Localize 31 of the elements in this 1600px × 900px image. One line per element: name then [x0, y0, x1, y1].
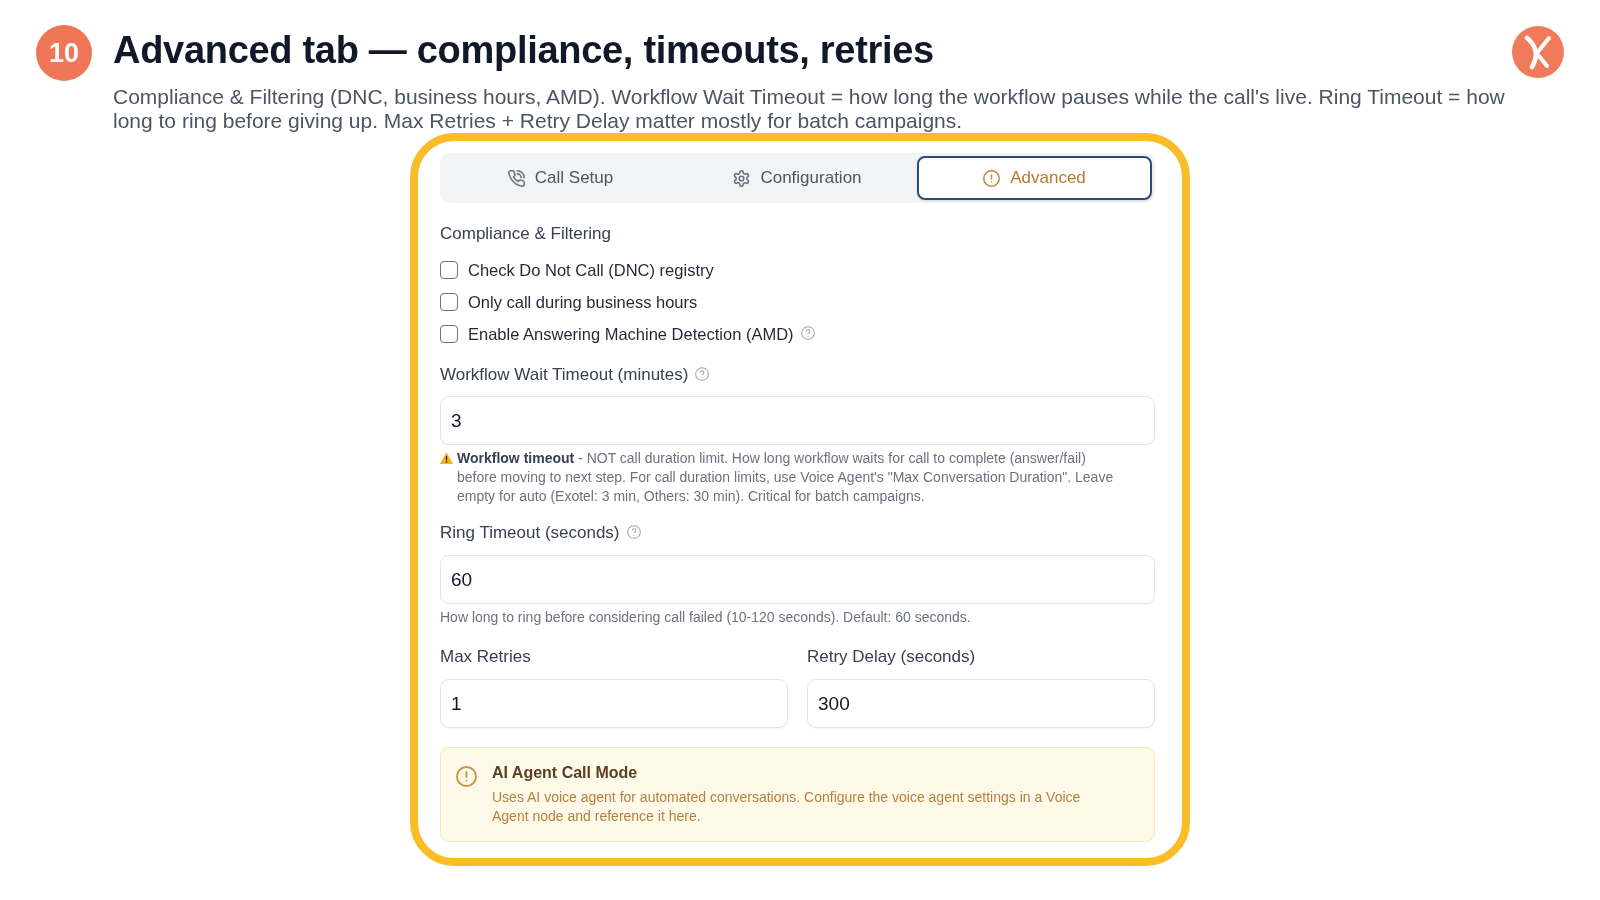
warning-icon [440, 452, 453, 464]
section-title: Compliance & Filtering [440, 224, 612, 244]
checkbox[interactable] [440, 261, 458, 279]
field-label: Retry Delay (seconds) [807, 647, 976, 667]
input-field[interactable]: 300 [807, 679, 1155, 728]
checkbox[interactable] [440, 325, 458, 343]
settings-icon [733, 169, 751, 187]
tab[interactable]: Advanced [917, 156, 1152, 200]
input-field[interactable]: 60 [440, 555, 1155, 604]
field-label: Ring Timeout (seconds) [440, 523, 620, 543]
input-field[interactable]: 1 [440, 679, 788, 728]
field-label: Max Retries [440, 647, 531, 667]
slide-title: Advanced tab — compliance, timeouts, retries [113, 28, 935, 72]
warning-note: Workflow timeout - NOT call duration limit. How long workflow waits for call to complete (answer/fail) before moving to next step. For call duration limits, use Voice Agent's "Max Conversation Duration". Leave empty for auto (Exotel: 3 min, Others: 30 min). Critical for batch campaigns. [457, 449, 1115, 506]
notice-text: Uses AI voice agent for automated conversations. Configure the voice agent settings in a Voice Agent node and reference it here. [492, 788, 1082, 826]
logo-icon [1512, 26, 1564, 78]
step-number-badge: 10 [36, 25, 92, 81]
field-label: Workflow Wait Timeout (minutes) [440, 365, 689, 385]
input-field[interactable]: 3 [440, 396, 1155, 445]
checkbox-label: Only call during business hours [468, 291, 698, 313]
checkbox-label: Enable Answering Machine Detection (AMD) [468, 323, 794, 345]
alert-circle-icon [456, 766, 477, 787]
hint-text: How long to ring before considering call failed (10-120 seconds). Default: 60 seconds. [440, 608, 971, 627]
tab[interactable]: Call Setup [443, 156, 678, 200]
alert-circle-icon [983, 169, 1001, 187]
phone-icon [507, 169, 525, 187]
checkbox-label: Check Do Not Call (DNC) registry [468, 259, 714, 281]
notice-title: AI Agent Call Mode [492, 763, 639, 783]
checkbox[interactable] [440, 293, 458, 311]
tab[interactable]: Configuration [680, 156, 915, 200]
slide-subtitle: Compliance & Filtering (DNC, business hours, AMD). Workflow Wait Timeout = how long the workflow pauses while the call's live. Ring Timeout = how long to ring before giving up. Max Retries + Retry Delay matter mostly for batch campaigns. [113, 85, 1506, 133]
